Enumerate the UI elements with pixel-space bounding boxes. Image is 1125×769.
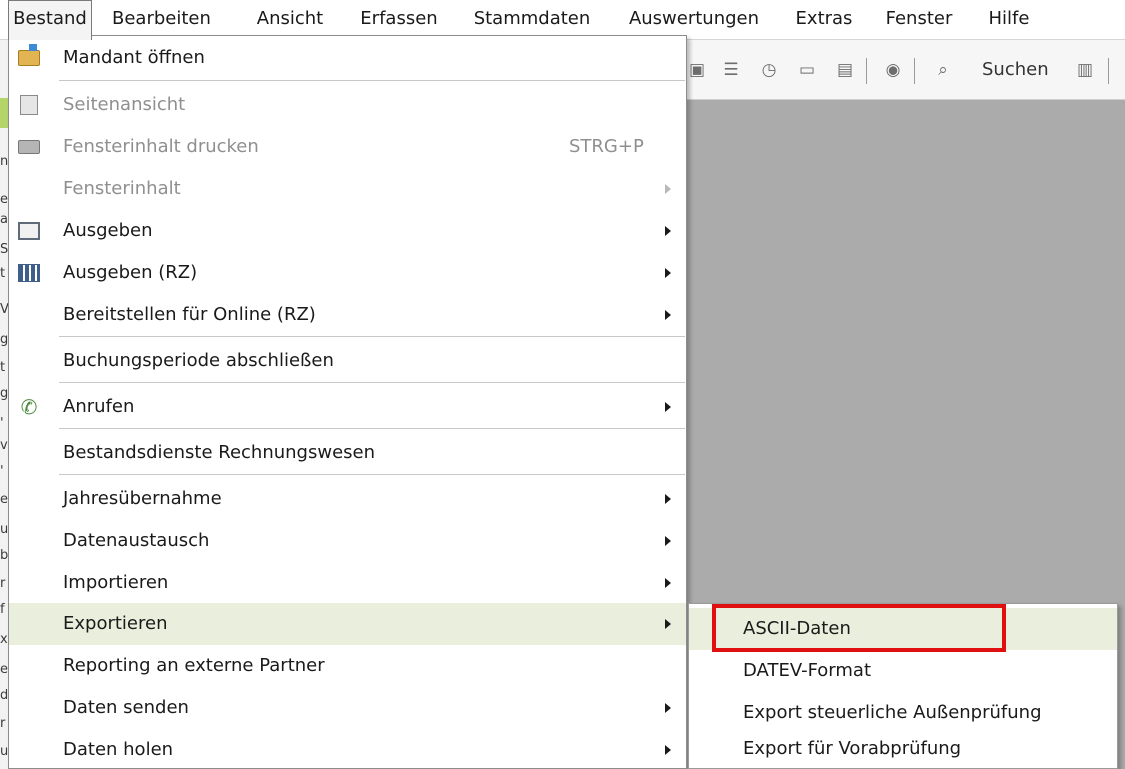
menu-separator	[59, 80, 685, 81]
bestand-dropdown-menu: Mandant öffnen Seitenansicht Fensterinha…	[8, 35, 687, 769]
menu-item-exportieren[interactable]: Exportieren	[9, 603, 686, 645]
menu-item-label: Mandant öffnen	[63, 47, 205, 68]
menu-item-reporting-externe-partner[interactable]: Reporting an externe Partner	[9, 645, 686, 687]
printer-icon	[16, 135, 42, 159]
menu-item-label: Ausgeben (RZ)	[63, 262, 198, 283]
menu-item-importieren[interactable]: Importieren	[9, 562, 686, 604]
menu-item-label: Fensterinhalt	[63, 178, 181, 199]
submenu-item-ascii-daten[interactable]: ASCII-Daten	[689, 608, 1117, 650]
menu-item-label: Datenaustausch	[63, 530, 210, 551]
clock-icon[interactable]: ◷	[758, 59, 780, 81]
toolbar-separator	[914, 58, 915, 84]
submenu-arrow-icon	[665, 745, 671, 755]
menu-item-label: Buchungsperiode abschließen	[63, 350, 334, 371]
menu-bearbeiten[interactable]: Bearbeiten	[112, 0, 211, 40]
menu-item-daten-senden[interactable]: Daten senden	[9, 687, 686, 729]
menu-item-bereitstellen-online[interactable]: Bereitstellen für Online (RZ)	[9, 294, 686, 336]
menu-item-daten-holen[interactable]: Daten holen	[9, 729, 686, 769]
submenu-arrow-icon	[665, 268, 671, 278]
submenu-item-label: ASCII-Daten	[743, 618, 851, 639]
submenu-item-label: Export für Vorabprüfung	[743, 738, 962, 759]
output-icon	[16, 219, 42, 243]
submenu-arrow-icon	[665, 703, 671, 713]
menu-item-label: Bereitstellen für Online (RZ)	[63, 304, 316, 325]
submenu-arrow-icon	[665, 226, 671, 236]
menu-item-label: Exportieren	[63, 613, 168, 634]
menu-bar: Bestand Bearbeiten Ansicht Erfassen Stam…	[0, 0, 1125, 40]
output-rz-icon	[16, 261, 42, 285]
submenu-arrow-icon	[665, 402, 671, 412]
stamp-icon[interactable]: ▤	[834, 59, 856, 81]
menu-separator	[59, 336, 685, 337]
menu-item-ausgeben[interactable]: Ausgeben	[9, 210, 686, 252]
submenu-arrow-icon	[665, 536, 671, 546]
menu-separator	[59, 382, 685, 383]
menu-item-label: Anrufen	[63, 396, 135, 417]
menu-item-fensterinhalt[interactable]: Fensterinhalt	[9, 168, 686, 210]
menu-item-label: Reporting an externe Partner	[63, 655, 325, 676]
menu-item-ausgeben-rz[interactable]: Ausgeben (RZ)	[9, 252, 686, 294]
menu-stammdaten[interactable]: Stammdaten	[462, 0, 602, 40]
note-icon[interactable]: ▭	[796, 59, 818, 81]
menu-auswertungen[interactable]: Auswertungen	[618, 0, 770, 40]
menu-fenster[interactable]: Fenster	[876, 0, 962, 40]
menu-item-buchungsperiode-abschliessen[interactable]: Buchungsperiode abschließen	[9, 340, 686, 382]
search-button[interactable]: Suchen	[982, 59, 1049, 81]
menu-item-label: Bestandsdienste Rechnungswesen	[63, 442, 376, 463]
toolbar: ▣ ☰ ◷ ▭ ▤ ◉ ⌕ Suchen ▥	[686, 40, 1125, 100]
submenu-arrow-icon	[665, 619, 671, 629]
menu-item-label: Seitenansicht	[63, 94, 186, 115]
exportieren-submenu: ASCII-Daten DATEV-Format Export steuerli…	[688, 603, 1118, 769]
menu-separator	[59, 474, 685, 475]
menu-item-label: Jahresübernahme	[63, 488, 222, 509]
menu-erfassen[interactable]: Erfassen	[354, 0, 444, 40]
menu-hilfe[interactable]: Hilfe	[976, 0, 1042, 40]
page-preview-icon	[16, 93, 42, 117]
menu-item-label: Daten senden	[63, 697, 189, 718]
menu-item-shortcut: STRG+P	[569, 136, 644, 157]
menu-item-jahresuebernahme[interactable]: Jahresübernahme	[9, 478, 686, 520]
filter-icon[interactable]: ◉	[882, 59, 904, 81]
printer-toolbar-icon[interactable]: ▥	[1074, 59, 1096, 81]
menu-item-bestandsdienste[interactable]: Bestandsdienste Rechnungswesen	[9, 432, 686, 474]
submenu-arrow-icon	[665, 310, 671, 320]
menu-item-label: Importieren	[63, 572, 169, 593]
menu-item-label: Ausgeben	[63, 220, 153, 241]
submenu-item-export-vorabpruefung[interactable]: Export für Vorabprüfung	[689, 728, 1117, 769]
menu-ansicht[interactable]: Ansicht	[246, 0, 334, 40]
menu-item-datenaustausch[interactable]: Datenaustausch	[9, 520, 686, 562]
menu-extras[interactable]: Extras	[786, 0, 862, 40]
menu-separator	[59, 428, 685, 429]
menu-item-label: Daten holen	[63, 739, 174, 760]
phone-icon: ✆	[20, 395, 38, 419]
menu-item-anrufen[interactable]: ✆ Anrufen	[9, 386, 686, 428]
list-icon[interactable]: ☰	[720, 59, 742, 81]
toolbar-separator	[1108, 58, 1109, 84]
menu-item-fensterinhalt-drucken[interactable]: Fensterinhalt drucken STRG+P	[9, 126, 686, 168]
submenu-arrow-icon	[665, 184, 671, 194]
menu-item-mandant-oeffnen[interactable]: Mandant öffnen	[9, 37, 686, 79]
toolbar-separator	[866, 58, 867, 84]
submenu-item-label: DATEV-Format	[743, 660, 872, 681]
submenu-arrow-icon	[665, 578, 671, 588]
folder-icon	[16, 44, 42, 70]
submenu-arrow-icon	[665, 494, 671, 504]
menu-item-label: Fensterinhalt drucken	[63, 136, 259, 157]
menu-bestand[interactable]: Bestand	[8, 0, 92, 40]
submenu-item-datev-format[interactable]: DATEV-Format	[689, 650, 1117, 692]
document-icon[interactable]: ▣	[686, 59, 708, 81]
search-preview-icon[interactable]: ⌕	[932, 59, 954, 81]
menu-item-seitenansicht[interactable]: Seitenansicht	[9, 84, 686, 126]
